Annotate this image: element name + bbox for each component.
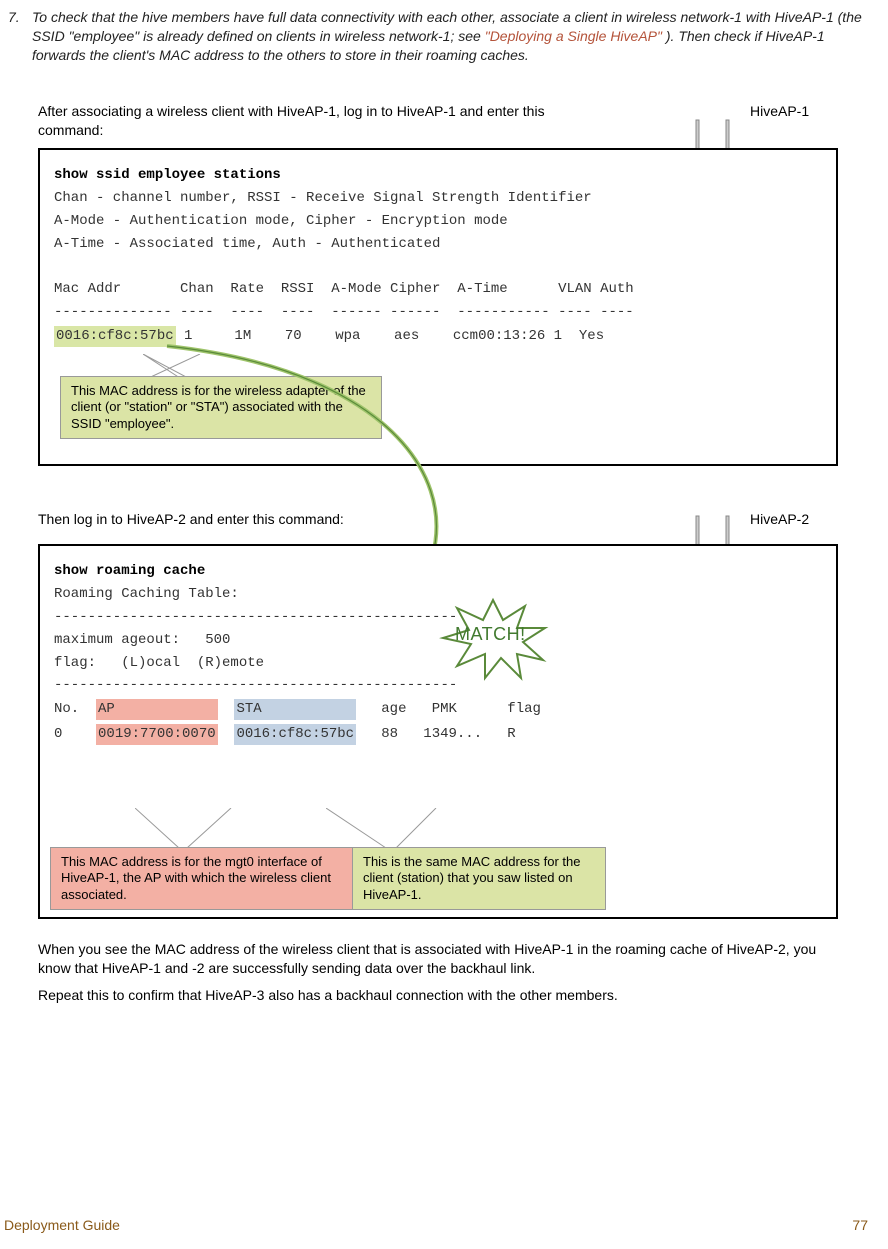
page-number: 77 xyxy=(852,1216,868,1235)
terminal-sep: ----------------------------------------… xyxy=(54,608,822,627)
row-rest: 1 1M 70 wpa aes ccm00:13:26 1 Yes xyxy=(176,328,604,344)
terminal-sep: ----------------------------------------… xyxy=(54,676,822,695)
terminal-line: maximum ageout: 500 xyxy=(54,631,822,650)
terminal-line xyxy=(54,258,822,277)
sta-header-highlight: STA xyxy=(234,699,356,720)
body-text-1: When you see the MAC address of the wire… xyxy=(38,940,838,978)
terminal-sep: -------------- ---- ---- ---- ------ ---… xyxy=(54,303,822,322)
cross-ref-link[interactable]: "Deploying a Single HiveAP" xyxy=(485,28,662,44)
step-text: To check that the hive members have full… xyxy=(32,8,864,65)
terminal-line: A-Mode - Authentication mode, Cipher - E… xyxy=(54,212,822,231)
terminal-command: show ssid employee stations xyxy=(54,166,822,185)
terminal-line: Chan - channel number, RSSI - Receive Si… xyxy=(54,189,822,208)
match-label: MATCH! xyxy=(455,622,526,646)
terminal-line: Roaming Caching Table: xyxy=(54,585,822,604)
terminal-line: A-Time - Associated time, Auth - Authent… xyxy=(54,235,822,254)
terminal-command: show roaming cache xyxy=(54,562,822,581)
sta-mac-highlight: 0016:cf8c:57bc xyxy=(234,724,356,745)
footer-title: Deployment Guide xyxy=(4,1216,120,1235)
terminal-data-row: 0016:cf8c:57bc 1 1M 70 wpa aes ccm00:13:… xyxy=(54,326,822,347)
terminal-header: No. AP STA age PMK flag xyxy=(54,699,822,720)
ap-mac-highlight: 0019:7700:0070 xyxy=(96,724,218,745)
callout-3: This is the same MAC address for the cli… xyxy=(352,847,606,910)
terminal-line: flag: (L)ocal (R)emote xyxy=(54,654,822,673)
intro-2: Then log in to HiveAP-2 and enter this c… xyxy=(38,510,578,529)
callout-2: This MAC address is for the mgt0 interfa… xyxy=(50,847,358,910)
terminal-header: Mac Addr Chan Rate RSSI A-Mode Cipher A-… xyxy=(54,280,822,299)
intro-1: After associating a wireless client with… xyxy=(38,102,598,140)
ap-header-highlight: AP xyxy=(96,699,218,720)
callout-1: This MAC address is for the wireless ada… xyxy=(60,376,382,439)
terminal-data-row: 0 0019:7700:0070 0016:cf8c:57bc 88 1349.… xyxy=(54,724,822,745)
mac-highlight: 0016:cf8c:57bc xyxy=(54,326,176,347)
step-number: 7. xyxy=(8,8,20,27)
body-text-2: Repeat this to confirm that HiveAP-3 als… xyxy=(38,986,838,1005)
